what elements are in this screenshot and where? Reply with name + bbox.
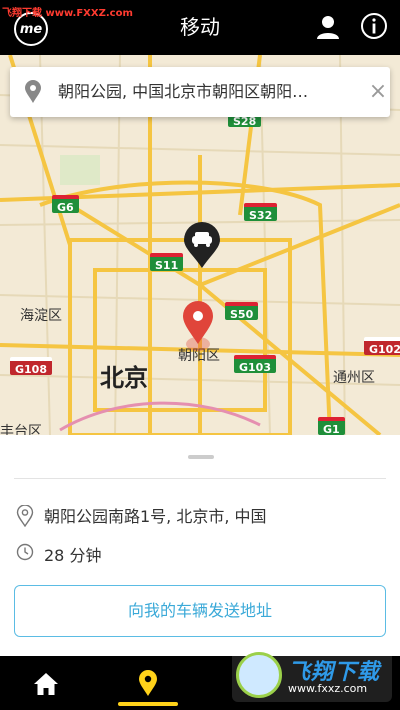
location-pin-icon — [25, 80, 41, 103]
destination-pin-icon[interactable] — [180, 300, 216, 352]
map-label-fengtai: 丰台区 — [0, 424, 42, 435]
road-shield: G103 — [234, 355, 276, 374]
road-shield: G102 — [364, 337, 400, 356]
profile-icon[interactable] — [314, 13, 342, 41]
location-outline-icon — [16, 505, 34, 527]
info-icon[interactable] — [360, 12, 388, 40]
destination-address: 朝阳公园南路1号, 北京市, 中国 — [44, 507, 267, 526]
road-shield: S11 — [150, 253, 184, 272]
top-bar: me 飞翔下载 www.FXXZ.com 移动 — [0, 0, 400, 55]
clear-icon[interactable]: × — [366, 80, 390, 104]
road-shield: S32 — [244, 203, 278, 222]
road-shield: G1 — [318, 417, 345, 435]
divider — [14, 478, 386, 479]
active-tab-indicator — [118, 702, 178, 706]
map-label-haidian: 海淀区 — [20, 308, 62, 324]
destination-details-sheet: 朝阳公园南路1号, 北京市, 中国 28 分钟 向我的车辆发送地址 — [0, 435, 400, 656]
map-label-tongzhou: 通州区 — [333, 370, 375, 386]
clock-icon — [16, 543, 34, 561]
travel-duration: 28 分钟 — [44, 546, 102, 565]
send-address-to-vehicle-button[interactable]: 向我的车辆发送地址 — [14, 585, 386, 637]
watermark-overlay: 飞翔下载 www.fxxz.com — [232, 648, 392, 702]
home-icon[interactable] — [33, 672, 59, 696]
location-tab-icon[interactable] — [138, 670, 158, 697]
search-value[interactable]: 朝阳公园, 中国北京市朝阳区朝阳… — [58, 67, 358, 117]
road-shield: G6 — [52, 195, 79, 214]
road-shield: S50 — [225, 302, 259, 321]
sheet-drag-handle[interactable] — [188, 455, 214, 459]
road-shield: G108 — [10, 357, 52, 376]
vehicle-marker-icon[interactable] — [182, 222, 222, 270]
destination-search-field[interactable]: 朝阳公园, 中国北京市朝阳区朝阳… × — [10, 67, 390, 117]
watermark-logo — [236, 652, 282, 698]
map-label-beijing: 北京 — [100, 364, 148, 392]
watermark-url: www.fxxz.com — [288, 682, 368, 695]
